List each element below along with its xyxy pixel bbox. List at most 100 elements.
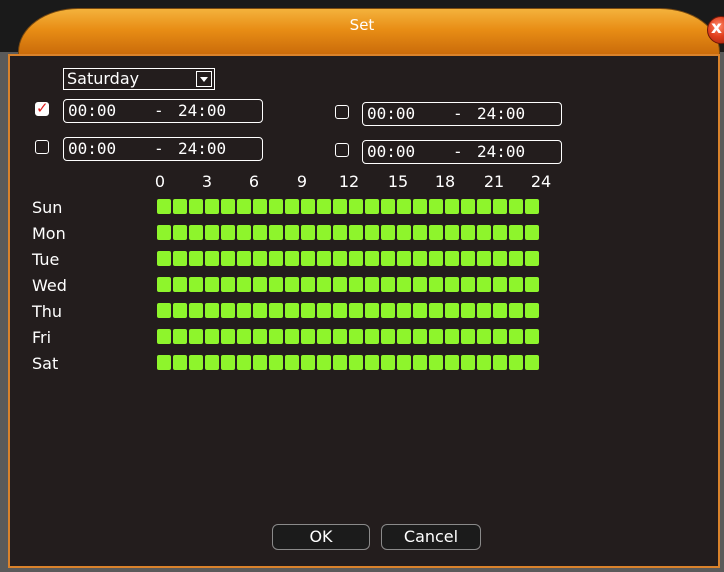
schedule-cell[interactable] (397, 225, 411, 240)
schedule-cell[interactable] (333, 277, 347, 292)
schedule-cell[interactable] (157, 277, 171, 292)
schedule-cell[interactable] (461, 329, 475, 344)
schedule-cell[interactable] (317, 225, 331, 240)
schedule-cell[interactable] (317, 303, 331, 318)
schedule-cell[interactable] (413, 329, 427, 344)
schedule-cell[interactable] (509, 199, 523, 214)
schedule-cell[interactable] (173, 199, 187, 214)
schedule-cell[interactable] (509, 355, 523, 370)
schedule-cell[interactable] (285, 329, 299, 344)
schedule-cell[interactable] (413, 199, 427, 214)
schedule-cell[interactable] (349, 355, 363, 370)
schedule-cell[interactable] (381, 329, 395, 344)
schedule-cell[interactable] (461, 303, 475, 318)
schedule-cell[interactable] (509, 251, 523, 266)
schedule-cell[interactable] (157, 355, 171, 370)
schedule-cell[interactable] (269, 251, 283, 266)
schedule-cell[interactable] (205, 277, 219, 292)
schedule-cell[interactable] (285, 303, 299, 318)
schedule-cell[interactable] (477, 355, 491, 370)
schedule-cell[interactable] (285, 199, 299, 214)
schedule-cell[interactable] (413, 355, 427, 370)
schedule-cell[interactable] (461, 225, 475, 240)
schedule-cell[interactable] (253, 355, 267, 370)
schedule-cell[interactable] (477, 225, 491, 240)
schedule-cell[interactable] (237, 329, 251, 344)
schedule-cell[interactable] (301, 199, 315, 214)
schedule-cell[interactable] (509, 303, 523, 318)
schedule-cell[interactable] (381, 303, 395, 318)
schedule-cell[interactable] (429, 355, 443, 370)
schedule-cell[interactable] (157, 303, 171, 318)
schedule-cell[interactable] (381, 225, 395, 240)
schedule-cell[interactable] (461, 199, 475, 214)
schedule-cell[interactable] (205, 329, 219, 344)
period-3-time-field[interactable]: 00:00 - 24:00 (63, 137, 263, 161)
schedule-cell[interactable] (429, 329, 443, 344)
schedule-cell[interactable] (221, 303, 235, 318)
schedule-cell[interactable] (349, 225, 363, 240)
schedule-cell[interactable] (221, 225, 235, 240)
schedule-cell[interactable] (269, 277, 283, 292)
schedule-cell[interactable] (461, 277, 475, 292)
schedule-cell[interactable] (429, 199, 443, 214)
cancel-button[interactable]: Cancel (381, 524, 481, 550)
schedule-cell[interactable] (509, 277, 523, 292)
schedule-cell[interactable] (509, 225, 523, 240)
period-1-end[interactable]: 24:00 (178, 100, 226, 122)
schedule-cell[interactable] (285, 251, 299, 266)
schedule-cell[interactable] (333, 355, 347, 370)
schedule-cell[interactable] (269, 225, 283, 240)
schedule-cell[interactable] (301, 355, 315, 370)
schedule-cell[interactable] (525, 225, 539, 240)
schedule-cell[interactable] (205, 199, 219, 214)
schedule-cell[interactable] (301, 225, 315, 240)
schedule-cell[interactable] (461, 251, 475, 266)
schedule-cell[interactable] (397, 277, 411, 292)
schedule-cell[interactable] (413, 251, 427, 266)
schedule-cell[interactable] (525, 199, 539, 214)
schedule-cell[interactable] (445, 277, 459, 292)
schedule-cell[interactable] (237, 355, 251, 370)
schedule-cell[interactable] (253, 251, 267, 266)
schedule-cell[interactable] (237, 303, 251, 318)
schedule-cell[interactable] (173, 225, 187, 240)
schedule-cell[interactable] (189, 355, 203, 370)
schedule-cell[interactable] (445, 225, 459, 240)
schedule-cell[interactable] (525, 355, 539, 370)
schedule-cell[interactable] (493, 329, 507, 344)
schedule-cell[interactable] (397, 329, 411, 344)
schedule-cell[interactable] (221, 199, 235, 214)
period-4-end[interactable]: 24:00 (477, 141, 525, 163)
schedule-cell[interactable] (445, 199, 459, 214)
schedule-cell[interactable] (429, 251, 443, 266)
schedule-cell[interactable] (317, 329, 331, 344)
schedule-cell[interactable] (493, 277, 507, 292)
schedule-cell[interactable] (365, 303, 379, 318)
schedule-cell[interactable] (237, 251, 251, 266)
schedule-cell[interactable] (445, 355, 459, 370)
schedule-cell[interactable] (189, 251, 203, 266)
schedule-cell[interactable] (189, 199, 203, 214)
period-4-time-field[interactable]: 00:00 - 24:00 (362, 140, 562, 164)
schedule-cell[interactable] (221, 355, 235, 370)
schedule-cell[interactable] (333, 329, 347, 344)
schedule-cell[interactable] (253, 199, 267, 214)
schedule-cell[interactable] (397, 303, 411, 318)
period-2-checkbox[interactable] (335, 105, 349, 119)
schedule-cell[interactable] (477, 329, 491, 344)
schedule-cell[interactable] (253, 303, 267, 318)
schedule-cell[interactable] (205, 251, 219, 266)
schedule-cell[interactable] (365, 199, 379, 214)
ok-button[interactable]: OK (272, 524, 370, 550)
schedule-cell[interactable] (285, 225, 299, 240)
schedule-cell[interactable] (477, 277, 491, 292)
schedule-cell[interactable] (493, 303, 507, 318)
period-3-checkbox[interactable] (35, 140, 49, 154)
schedule-cell[interactable] (525, 303, 539, 318)
period-1-time-field[interactable]: 00:00 - 24:00 (63, 99, 263, 123)
period-4-start[interactable]: 00:00 (367, 141, 415, 163)
period-2-end[interactable]: 24:00 (477, 103, 525, 125)
schedule-cell[interactable] (189, 225, 203, 240)
schedule-cell[interactable] (413, 303, 427, 318)
